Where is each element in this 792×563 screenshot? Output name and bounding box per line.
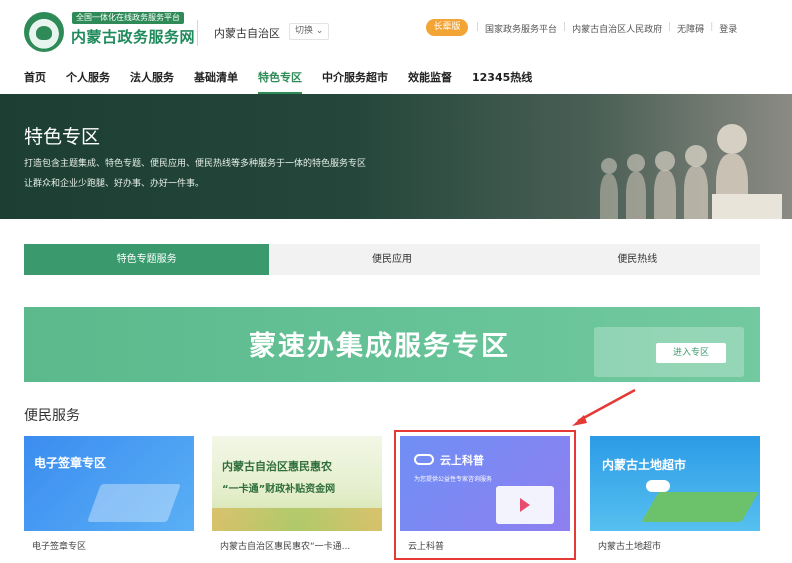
header: 全国一体化在线政务服务平台 内蒙古政务服务网 内蒙古自治区 切换 ⌄ 长辈版 |… xyxy=(0,0,792,60)
card-image-title: 内蒙古自治区惠民惠农 xyxy=(222,460,332,473)
main-nav: 首页 个人服务 法人服务 基础清单 特色专区 中介服务超市 效能监督 12345… xyxy=(0,68,792,94)
link-regional-government[interactable]: 内蒙古自治区人民政府 xyxy=(566,22,668,35)
land-illustration xyxy=(641,492,759,522)
card-image: 内蒙古土地超市 xyxy=(590,436,760,531)
logo-badge: 全国一体化在线政务服务平台 xyxy=(72,12,184,24)
wheat-illustration xyxy=(212,508,382,531)
service-card-e-signature[interactable]: 电子签章专区 电子签章专区 xyxy=(24,436,194,563)
card-image-title: 内蒙古土地超市 xyxy=(602,458,687,472)
nav-12345-hotline[interactable]: 12345热线 xyxy=(472,68,532,94)
link-national-platform[interactable]: 国家政务服务平台 xyxy=(479,22,563,35)
nav-legal-entity-services[interactable]: 法人服务 xyxy=(130,68,174,94)
card-image: 电子签章专区 xyxy=(24,436,194,531)
signature-illustration xyxy=(87,484,181,522)
chevron-down-icon: ⌄ xyxy=(315,26,324,36)
elder-mode-button[interactable]: 长辈版 xyxy=(426,19,468,36)
card-label: 电子签章专区 xyxy=(32,542,87,552)
section-title: 便民服务 xyxy=(24,408,80,424)
link-accessibility[interactable]: 无障碍 xyxy=(671,22,710,35)
nav-home[interactable]: 首页 xyxy=(24,68,46,94)
tab-convenience-apps[interactable]: 便民应用 xyxy=(269,244,514,275)
hero-description-line2: 让群众和企业少跑腿、好办事、办好一件事。 xyxy=(24,179,205,189)
mengsuban-banner[interactable]: 蒙速办集成服务专区 进入专区 xyxy=(24,307,760,382)
top-links: | 国家政务服务平台 | 内蒙古自治区人民政府 | 无障碍 | 登录 xyxy=(476,22,743,35)
card-label: 内蒙古土地超市 xyxy=(598,542,662,552)
enter-zone-button[interactable]: 进入专区 xyxy=(656,343,726,363)
logo-title[interactable]: 内蒙古政务服务网 xyxy=(71,26,195,47)
nav-intermediary-market[interactable]: 中介服务超市 xyxy=(322,68,388,94)
service-card-land-market[interactable]: 内蒙古土地超市 内蒙古土地超市 xyxy=(590,436,760,563)
tab-convenience-hotline[interactable]: 便民热线 xyxy=(515,244,760,275)
region-switch-button[interactable]: 切换 ⌄ xyxy=(289,23,330,40)
hero-title: 特色专区 xyxy=(24,126,101,148)
nav-personal-services[interactable]: 个人服务 xyxy=(66,68,110,94)
cloud-illustration xyxy=(646,480,670,492)
service-card-huimin-huinong[interactable]: 内蒙古自治区惠民惠农 “一卡通”财政补贴资金网 内蒙古自治区惠民惠农“一卡通..… xyxy=(212,436,382,563)
card-label: 内蒙古自治区惠民惠农“一卡通... xyxy=(220,542,351,552)
hero-banner: 特色专区 打造包含主题集成、特色专题、便民应用、便民热线等多种服务于一体的特色服… xyxy=(0,94,792,219)
tab-featured-services[interactable]: 特色专题服务 xyxy=(24,244,270,275)
zone-tabs: 特色专题服务 便民应用 便民热线 xyxy=(24,244,760,275)
nav-special-zone[interactable]: 特色专区 xyxy=(258,68,302,94)
annotation-arrow-icon xyxy=(572,388,636,426)
card-image-title: 电子签章专区 xyxy=(34,456,107,470)
link-login[interactable]: 登录 xyxy=(713,22,743,35)
banner-title: 蒙速办集成服务专区 xyxy=(249,331,510,362)
card-image-subtitle: “一卡通”财政补贴资金网 xyxy=(222,484,336,495)
region-name: 内蒙古自治区 xyxy=(214,27,280,40)
card-image: 内蒙古自治区惠民惠农 “一卡通”财政补贴资金网 xyxy=(212,436,382,531)
nav-efficiency-supervision[interactable]: 效能监督 xyxy=(408,68,452,94)
highlight-box xyxy=(394,430,576,560)
switch-label: 切换 xyxy=(295,26,314,36)
header-divider xyxy=(197,20,198,46)
nav-basic-list[interactable]: 基础清单 xyxy=(194,68,238,94)
logo-emblem-icon[interactable] xyxy=(24,12,64,52)
hero-description-line1: 打造包含主题集成、特色专题、便民应用、便民热线等多种服务于一体的特色服务专区 xyxy=(24,159,367,169)
